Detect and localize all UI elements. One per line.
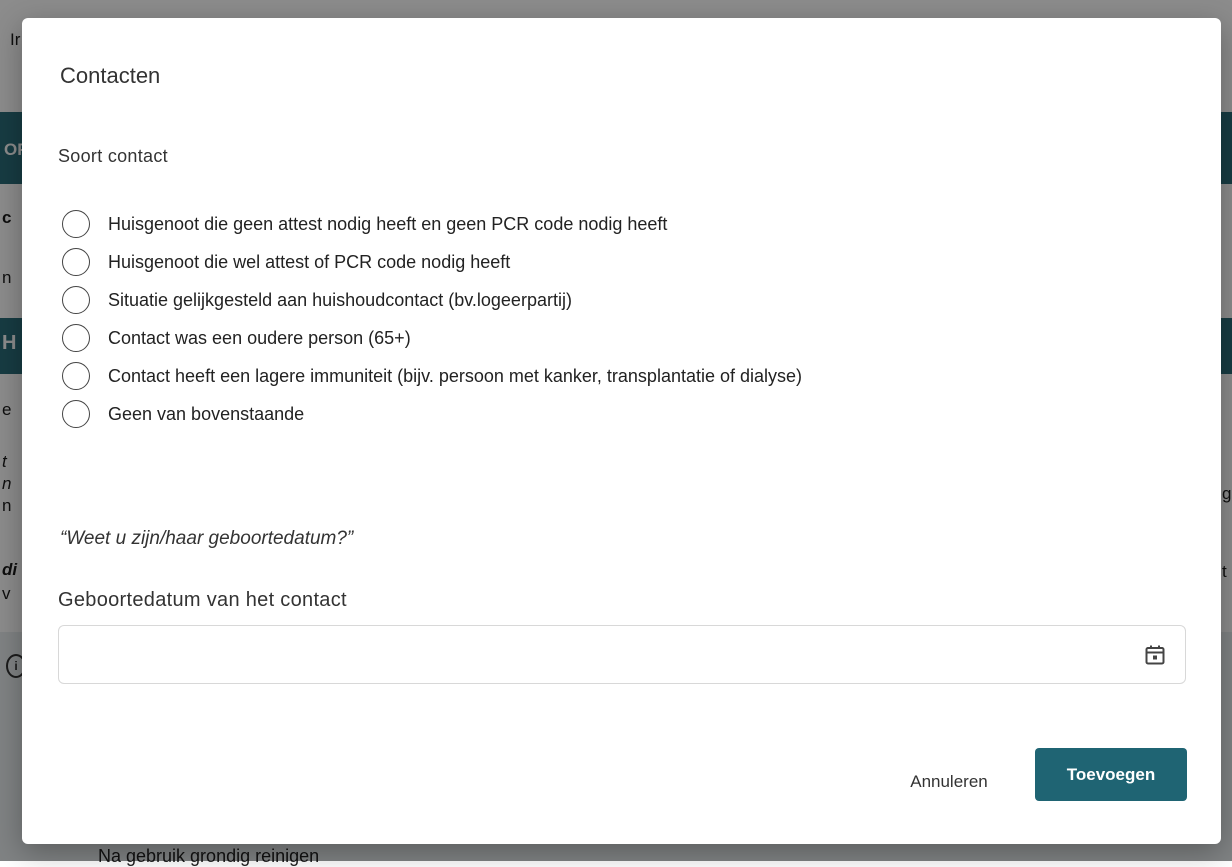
add-button[interactable]: Toevoegen — [1035, 748, 1187, 801]
radio-button[interactable] — [62, 248, 90, 276]
radio-button[interactable] — [62, 362, 90, 390]
birthdate-field-label: Geboortedatum van het contact — [58, 589, 347, 611]
dialog-title: Contacten — [60, 63, 161, 88]
radio-button[interactable] — [62, 286, 90, 314]
birthdate-field[interactable] — [58, 625, 1186, 684]
radio-option-household-no-attest[interactable]: Huisgenoot die geen attest nodig heeft e… — [62, 205, 802, 243]
radio-label: Situatie gelijkgesteld aan huishoudconta… — [108, 289, 572, 310]
radio-button[interactable] — [62, 210, 90, 238]
radio-button[interactable] — [62, 324, 90, 352]
radio-option-older-person[interactable]: Contact was een oudere person (65+) — [62, 319, 802, 357]
radio-label: Contact heeft een lagere immuniteit (bij… — [108, 365, 803, 386]
radio-label: Geen van bovenstaande — [108, 403, 305, 424]
contact-type-radio-group: Huisgenoot die geen attest nodig heeft e… — [62, 205, 802, 433]
radio-option-household-equivalent[interactable]: Situatie gelijkgesteld aan huishoudconta… — [62, 281, 802, 319]
radio-option-household-needs-attest[interactable]: Huisgenoot die wel attest of PCR code no… — [62, 243, 802, 281]
calendar-icon[interactable] — [1143, 643, 1167, 667]
radio-option-none-of-above[interactable]: Geen van bovenstaande — [62, 395, 802, 433]
radio-label: Huisgenoot die wel attest of PCR code no… — [108, 251, 511, 272]
cancel-button[interactable]: Annuleren — [894, 762, 1004, 802]
contact-type-label: Soort contact — [58, 146, 168, 166]
contacts-dialog: Contacten Soort contact Huisgenoot die g… — [22, 18, 1221, 844]
radio-option-lower-immunity[interactable]: Contact heeft een lagere immuniteit (bij… — [62, 357, 802, 395]
radio-button[interactable] — [62, 400, 90, 428]
birthdate-question: “Weet u zijn/haar geboortedatum?” — [60, 528, 354, 549]
radio-label: Huisgenoot die geen attest nodig heeft e… — [108, 213, 668, 234]
radio-label: Contact was een oudere person (65+) — [108, 327, 411, 348]
birthdate-input[interactable] — [59, 626, 1151, 683]
